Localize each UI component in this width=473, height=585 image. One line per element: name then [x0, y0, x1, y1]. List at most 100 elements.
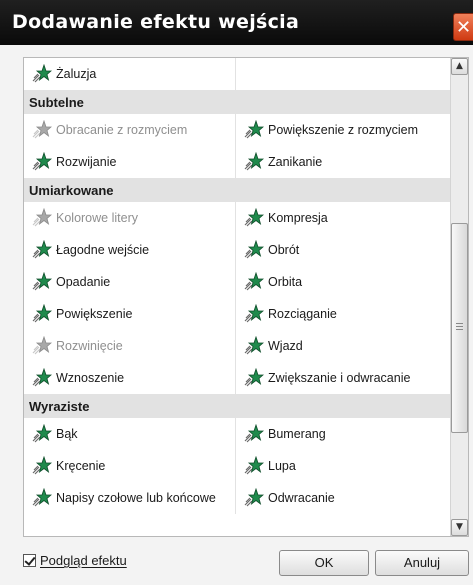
scroll-down-button[interactable]: ▼ [451, 519, 468, 536]
scroll-up-button[interactable]: ▲ [451, 58, 468, 75]
effect-item[interactable]: Powiększenie z rozmyciem [244, 114, 449, 146]
fade-effect-icon [244, 152, 264, 171]
effect-item[interactable]: Rozciąganie [244, 298, 449, 330]
slide-in-effect-icon [244, 336, 264, 355]
effect-item[interactable]: Wjazd [244, 330, 449, 362]
expand-effect-icon [32, 152, 52, 171]
preview-effect-label: Podgląd efektu [40, 553, 127, 568]
grip-icon [456, 323, 463, 324]
column-divider [235, 234, 236, 266]
orbit-effect-icon [244, 272, 264, 291]
pinwheel-effect-icon [32, 456, 52, 475]
effect-row: Kręcenie Lupa [24, 450, 451, 482]
column-divider [235, 202, 236, 234]
boomerang-effect-icon [244, 424, 264, 443]
effect-row: Powiększenie Rozciąganie [24, 298, 451, 330]
column-divider [235, 146, 236, 178]
chevron-up-icon: ▲ [456, 61, 463, 71]
column-divider [235, 114, 236, 146]
effect-item[interactable]: Rozwijanie [32, 146, 232, 178]
ease-in-effect-icon [32, 240, 52, 259]
spin-blur-effect-icon [32, 120, 52, 139]
section-header: Wyraziste [24, 394, 451, 418]
effect-item[interactable]: Wznoszenie [32, 362, 232, 394]
effect-item-label: Odwracanie [268, 491, 335, 505]
effect-list: Żaluzja Subtelne Obracanie z rozmyciem Powi… [23, 57, 469, 537]
effect-item[interactable]: Rozwinięcie [32, 330, 232, 362]
stretch-effect-icon [244, 304, 264, 323]
effect-item-label: Żaluzja [56, 67, 97, 81]
effect-row: Żaluzja [24, 58, 451, 90]
effect-item[interactable]: Zanikanie [244, 146, 449, 178]
effect-item[interactable]: Kręcenie [32, 450, 232, 482]
effect-item-label: Obracanie z rozmyciem [56, 123, 188, 137]
effect-item-label: Powiększenie z rozmyciem [268, 123, 419, 137]
effect-item[interactable]: Obracanie z rozmyciem [32, 114, 232, 146]
column-divider [235, 482, 236, 514]
effect-item-label: Kompresja [268, 211, 328, 225]
unfold-effect-icon [32, 336, 52, 355]
effect-item-label: Napisy czołowe lub końcowe [56, 491, 216, 505]
effect-item[interactable]: Bumerang [244, 418, 449, 450]
effect-item-label: Rozciąganie [268, 307, 337, 321]
ok-button[interactable]: OK [279, 550, 369, 576]
effect-item-label: Kolorowe litery [56, 211, 138, 225]
close-icon: ✕ [455, 17, 472, 38]
effect-item[interactable]: Powiększenie [32, 298, 232, 330]
preview-effect-checkbox[interactable]: Podgląd efektu [23, 553, 127, 568]
effect-item[interactable]: Napisy czołowe lub końcowe [32, 482, 232, 514]
rotate-effect-icon [244, 240, 264, 259]
effect-row: Bąk Bumerang [24, 418, 451, 450]
rise-up-effect-icon [32, 368, 52, 387]
effect-item[interactable]: Lupa [244, 450, 449, 482]
effect-row: Wznoszenie Zwiększanie i odwracanie [24, 362, 451, 394]
color-letters-effect-icon [32, 208, 52, 227]
compress-effect-icon [244, 208, 264, 227]
effect-item-label: Wznoszenie [56, 371, 125, 385]
effect-item[interactable]: Odwracanie [244, 482, 449, 514]
effect-row: Łagodne wejście Obrót [24, 234, 451, 266]
effect-item[interactable]: Opadanie [32, 266, 232, 298]
column-divider [235, 298, 236, 330]
column-divider [235, 58, 236, 90]
column-divider [235, 418, 236, 450]
column-divider [235, 266, 236, 298]
effect-item[interactable]: Zwiększanie i odwracanie [244, 362, 449, 394]
column-divider [235, 362, 236, 394]
effect-item[interactable]: Kompresja [244, 202, 449, 234]
scroll-thumb[interactable] [451, 223, 468, 433]
cancel-button[interactable]: Anuluj [375, 550, 469, 576]
effect-item[interactable]: Żaluzja [32, 58, 232, 90]
effect-item-label: Obrót [268, 243, 300, 257]
effect-item-label: Łagodne wejście [56, 243, 150, 257]
effect-item-label: Lupa [268, 459, 296, 473]
effect-item[interactable]: Bąk [32, 418, 232, 450]
effect-item-label: Opadanie [56, 275, 111, 289]
effect-row: Rozwijanie Zanikanie [24, 146, 451, 178]
effect-item-label: Rozwijanie [56, 155, 117, 169]
close-button[interactable]: ✕ [453, 13, 473, 41]
effect-item[interactable]: Obrót [244, 234, 449, 266]
effect-item-label: Bąk [56, 427, 78, 441]
effect-item-label: Kręcenie [56, 459, 106, 473]
effect-item-label: Wjazd [268, 339, 303, 353]
checkbox-checked-icon[interactable] [23, 554, 36, 567]
zoom-blur-effect-icon [244, 120, 264, 139]
spinner-effect-icon [32, 424, 52, 443]
effect-item[interactable]: Orbita [244, 266, 449, 298]
drop-effect-icon [32, 272, 52, 291]
effect-row: Rozwinięcie Wjazd [24, 330, 451, 362]
vertical-scrollbar[interactable]: ▲ ▼ [450, 58, 468, 536]
effect-item-label: Bumerang [268, 427, 326, 441]
column-divider [235, 330, 236, 362]
dialog-title: Dodawanie efektu wejścia [12, 11, 300, 33]
title-bar[interactable]: Dodawanie efektu wejścia ✕ [0, 0, 473, 45]
add-entrance-effect-dialog: Dodawanie efektu wejścia ✕ Żaluzja Subtel… [0, 0, 473, 585]
effect-item[interactable]: Kolorowe litery [32, 202, 232, 234]
effect-item[interactable]: Łagodne wejście [32, 234, 232, 266]
effect-row: Opadanie Orbita [24, 266, 451, 298]
effect-row: Napisy czołowe lub końcowe Odwracanie [24, 482, 451, 514]
grow-turn-effect-icon [244, 368, 264, 387]
effect-row: Obracanie z rozmyciem Powiększenie z rozm… [24, 114, 451, 146]
section-header: Subtelne [24, 90, 451, 114]
